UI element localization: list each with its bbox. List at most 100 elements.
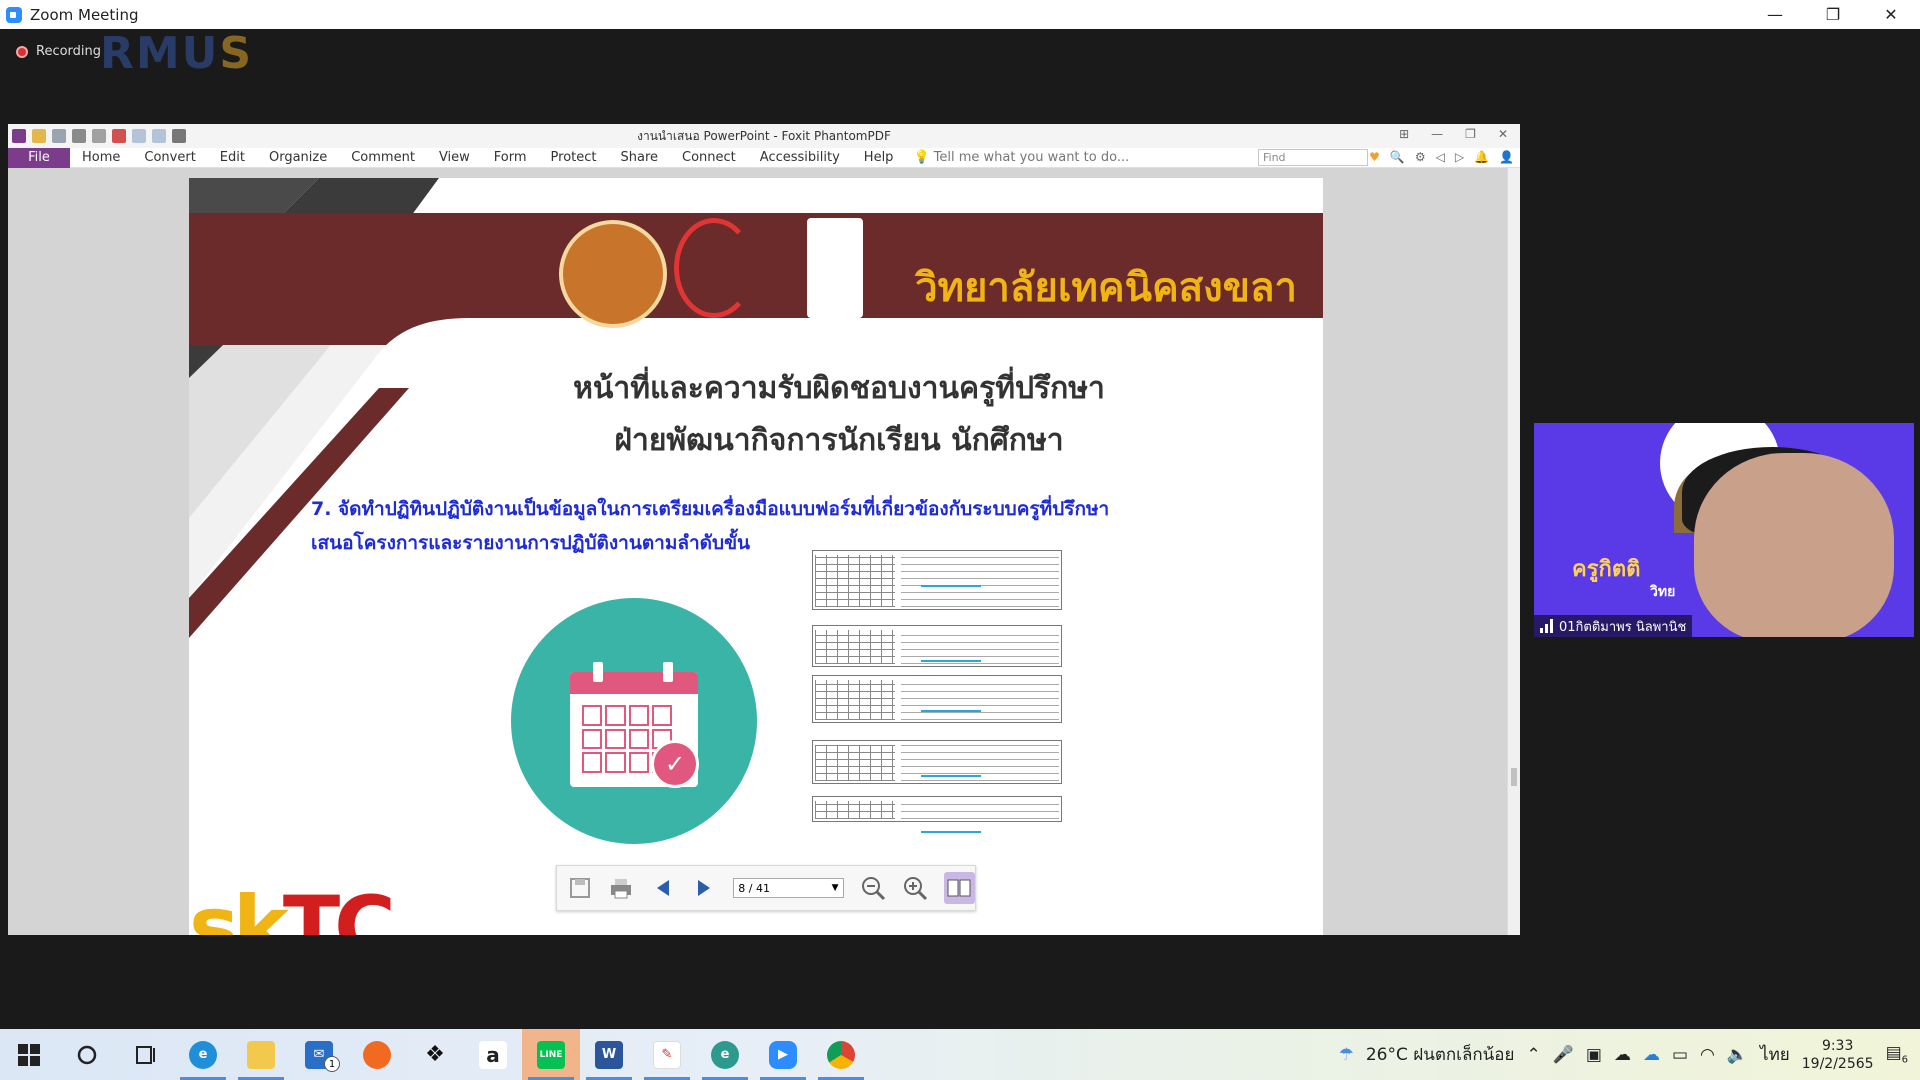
background-overlay-sub: วิทย xyxy=(1650,584,1676,600)
bell-icon[interactable]: 🔔 xyxy=(1474,150,1489,164)
tab-convert[interactable]: Convert xyxy=(132,150,207,165)
foxit-minimize-icon[interactable]: — xyxy=(1431,127,1443,141)
tab-comment[interactable]: Comment xyxy=(339,150,427,165)
slide-page: วิทยาลัยเทคนิคสงขลา หน้าที่และความรับผิด… xyxy=(189,178,1323,935)
doc-month-block xyxy=(812,625,1062,667)
chevron-down-icon[interactable]: ▼ xyxy=(832,883,839,893)
file-explorer-icon[interactable] xyxy=(232,1029,290,1080)
foxit-close-icon[interactable]: ✕ xyxy=(1498,127,1508,141)
tab-accessibility[interactable]: Accessibility xyxy=(748,150,852,165)
tab-home[interactable]: Home xyxy=(70,150,132,165)
calendar-ring-right xyxy=(663,662,673,682)
wifi-icon[interactable]: ◠ xyxy=(1700,1045,1715,1065)
close-button[interactable]: ✕ xyxy=(1862,0,1920,29)
participant-name-label: 01กิตติมาพร นิลพานิช xyxy=(1534,615,1693,637)
search-options-icon[interactable]: 🔍 xyxy=(1390,150,1405,164)
tab-edit[interactable]: Edit xyxy=(208,150,257,165)
recording-label: Recording xyxy=(36,44,102,59)
window-title: Zoom Meeting xyxy=(30,5,139,24)
sktc-logo: skTC xyxy=(189,878,396,935)
page-number-value: 8 / 41 xyxy=(738,881,770,895)
onedrive-blue-icon[interactable]: ☁ xyxy=(1643,1045,1660,1065)
tab-help[interactable]: Help xyxy=(852,150,906,165)
dropbox-icon[interactable]: ❖ xyxy=(406,1029,464,1080)
acrobat-icon[interactable]: ✎ xyxy=(638,1029,696,1080)
foxit-window-controls: ⊞ — ❐ ✕ xyxy=(1399,127,1508,141)
chevron-up-icon[interactable]: ⌃ xyxy=(1526,1045,1540,1065)
volume-icon[interactable]: 🔈 xyxy=(1727,1045,1748,1065)
floating-page-toolbar: 8 / 41 ▼ xyxy=(556,865,976,911)
settings-icon[interactable]: ⚙ xyxy=(1415,150,1426,164)
tab-share[interactable]: Share xyxy=(609,150,671,165)
foxit-ribbon-tabs: File Home Convert Edit Organize Comment … xyxy=(8,147,1520,168)
vertical-scrollbar[interactable] xyxy=(1507,168,1520,935)
check-icon: ✓ xyxy=(651,740,699,788)
foxit-titlebar: งานนำเสนอ PowerPoint - Foxit PhantomPDF … xyxy=(8,124,1520,148)
next-page-icon[interactable] xyxy=(692,875,718,901)
line-icon[interactable]: LINE xyxy=(522,1029,580,1080)
calendar-ring-left xyxy=(593,662,603,682)
back-icon[interactable]: ◁ xyxy=(1436,150,1445,164)
word-icon[interactable]: W xyxy=(580,1029,638,1080)
reading-mode-icon[interactable] xyxy=(943,872,975,904)
previous-page-icon[interactable] xyxy=(650,875,676,901)
minimize-button[interactable]: — xyxy=(1746,0,1804,29)
onedrive-icon[interactable]: ☁ xyxy=(1614,1045,1631,1065)
clock-date: 19/2/2565 xyxy=(1801,1055,1874,1072)
zoom-icon[interactable]: ▶ xyxy=(754,1029,812,1080)
doc-month-block xyxy=(812,796,1062,833)
forward-icon[interactable]: ▷ xyxy=(1455,150,1464,164)
doc-month-block xyxy=(812,550,1062,610)
zoom-in-icon[interactable] xyxy=(902,875,928,901)
weather-text[interactable]: 26°C ฝนตกเล็กน้อย xyxy=(1366,1041,1515,1068)
layout-icon[interactable]: ⊞ xyxy=(1399,127,1409,141)
chrome-icon[interactable] xyxy=(812,1029,870,1080)
signal-bars-icon xyxy=(1540,619,1553,633)
foxit-restore-icon[interactable]: ❐ xyxy=(1465,127,1476,141)
battery-icon[interactable]: ▭ xyxy=(1672,1045,1688,1065)
edge-dev-icon[interactable]: e xyxy=(696,1029,754,1080)
tab-connect[interactable]: Connect xyxy=(670,150,748,165)
slide-title-line2: ฝ่ายพัฒนากิจการนักเรียน นักศึกษา xyxy=(614,423,1064,458)
doc-month-block xyxy=(812,675,1062,723)
participant-video[interactable]: ครูกิตติ วิทย 01กิตติมาพร นิลพานิช xyxy=(1534,423,1914,637)
participant-face xyxy=(1694,453,1894,637)
tab-view[interactable]: View xyxy=(427,150,482,165)
page-number-field[interactable]: 8 / 41 ▼ xyxy=(733,878,844,898)
user-icon[interactable]: 👤 xyxy=(1499,150,1514,164)
meet-now-icon[interactable]: ▣ xyxy=(1586,1045,1602,1065)
search-icon[interactable] xyxy=(58,1029,116,1080)
scrollbar-thumb[interactable] xyxy=(1511,768,1517,786)
tab-form[interactable]: Form xyxy=(482,150,539,165)
save-icon[interactable] xyxy=(567,875,593,901)
clock[interactable]: 9:33 19/2/2565 xyxy=(1802,1037,1874,1073)
tab-file[interactable]: File xyxy=(8,147,70,168)
language-indicator[interactable]: ไทย xyxy=(1760,1041,1790,1068)
college-name: วิทยาลัยเทคนิคสงขลา xyxy=(915,265,1297,311)
tab-organize[interactable]: Organize xyxy=(257,150,339,165)
tell-me-box[interactable]: 💡 Tell me what you want to do... xyxy=(913,150,1129,165)
recording-indicator[interactable]: Recording xyxy=(16,44,101,59)
amazon-icon[interactable]: a xyxy=(464,1029,522,1080)
point-line1: 7. จัดทำปฏิทินปฏิบัติงานเป็นข้อมูลในการเ… xyxy=(311,498,1110,520)
microphone-icon[interactable]: 🎤 xyxy=(1553,1045,1574,1065)
zoom-out-icon[interactable] xyxy=(860,875,886,901)
restore-button[interactable]: ❐ xyxy=(1804,0,1862,29)
slide-title-line1: หน้าที่และความรับผิดชอบงานครูที่ปรึกษา xyxy=(573,371,1105,406)
task-view-icon[interactable] xyxy=(116,1029,174,1080)
mail-badge: 1 xyxy=(324,1056,340,1072)
ribbon-right-icons: ♥ 🔍 ⚙ ◁ ▷ 🔔 👤 xyxy=(1369,150,1514,164)
zoom-app-icon xyxy=(6,6,22,23)
weather-icon[interactable]: ☂ xyxy=(1339,1045,1354,1065)
background-overlay-name: ครูกิตติ xyxy=(1572,557,1641,582)
heart-icon[interactable]: ♥ xyxy=(1369,150,1380,164)
edge-icon[interactable]: e xyxy=(174,1029,232,1080)
firefox-icon[interactable] xyxy=(348,1029,406,1080)
calendar-header-bar xyxy=(570,672,698,694)
print-icon[interactable] xyxy=(609,875,635,901)
tab-protect[interactable]: Protect xyxy=(539,150,609,165)
start-icon[interactable] xyxy=(0,1029,58,1080)
notification-icon[interactable]: ▤6 xyxy=(1886,1043,1908,1065)
mail-icon[interactable]: ✉ 1 xyxy=(290,1029,348,1080)
find-input[interactable]: Find xyxy=(1258,149,1368,166)
